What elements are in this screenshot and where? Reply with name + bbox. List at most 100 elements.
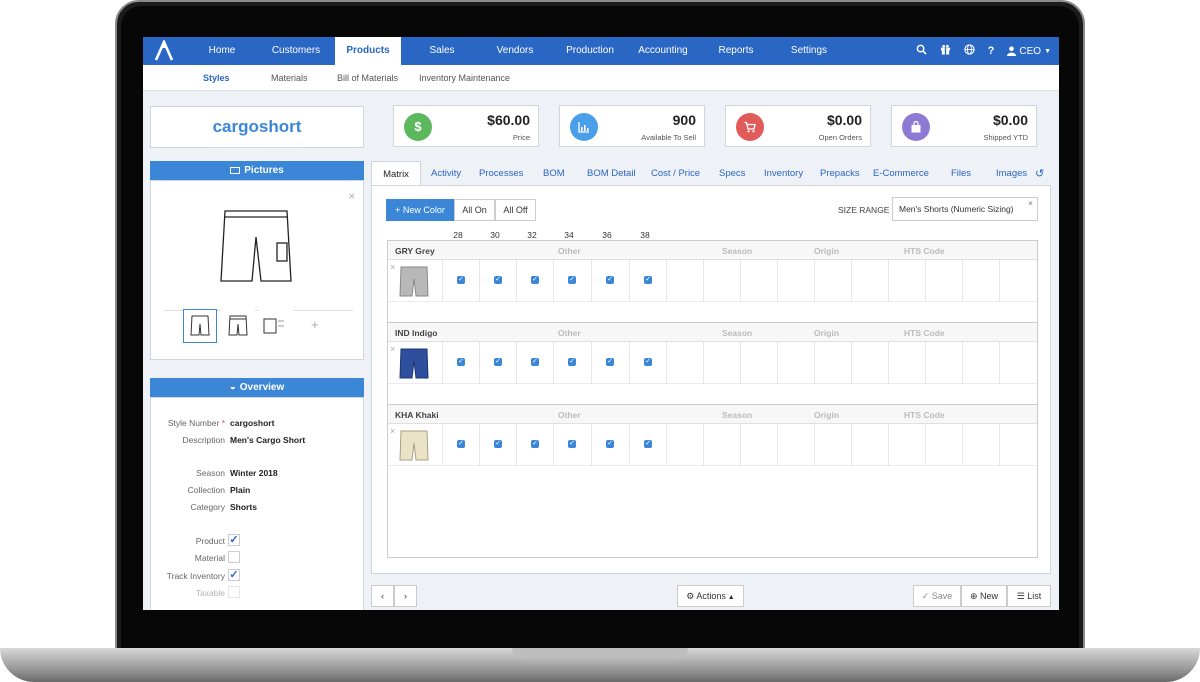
actions-button[interactable]: ⚙ Actions ▲	[677, 585, 744, 607]
search-icon[interactable]	[916, 44, 927, 58]
add-picture-icon[interactable]: +	[311, 317, 319, 332]
season-label: Season	[722, 328, 753, 338]
tab-processes[interactable]: Processes	[479, 161, 523, 185]
plus-circle-icon: ⊕	[969, 591, 981, 601]
nav-accounting[interactable]: Accounting	[631, 37, 695, 65]
tab-files[interactable]: Files	[951, 161, 971, 185]
size-header: 30	[490, 230, 500, 240]
nav-production[interactable]: Production	[555, 37, 625, 65]
size-checkbox[interactable]: ✓	[494, 440, 502, 448]
size-checkbox[interactable]: ✓	[568, 276, 576, 284]
field-style-number: Style Number * cargoshort	[151, 418, 365, 432]
size-checkbox[interactable]: ✓	[457, 276, 465, 284]
size-checkbox[interactable]: ✓	[644, 358, 652, 366]
size-checkbox[interactable]: ✓	[606, 440, 614, 448]
all-off-button[interactable]: All Off	[495, 199, 536, 221]
user-menu[interactable]: CEO ▼	[1007, 46, 1051, 57]
thumbnail-back[interactable]	[221, 309, 255, 343]
caret-up-icon: ▲	[725, 594, 735, 601]
previous-button[interactable]: ‹	[371, 585, 394, 607]
nav-vendors[interactable]: Vendors	[485, 37, 545, 65]
new-button[interactable]: ⊕ New	[961, 585, 1007, 607]
remove-color-icon[interactable]: ×	[390, 344, 395, 354]
size-checkbox[interactable]: ✓	[494, 276, 502, 284]
color-name: IND Indigo	[395, 328, 438, 338]
size-checkbox[interactable]: ✓	[531, 440, 539, 448]
app-logo-icon[interactable]	[153, 38, 175, 62]
season-label: Season	[722, 410, 753, 420]
product-checkbox[interactable]: ✓	[228, 534, 240, 546]
size-checkbox[interactable]: ✓	[494, 358, 502, 366]
next-button[interactable]: ›	[394, 585, 417, 607]
nav-reports[interactable]: Reports	[709, 37, 763, 65]
swatch-grey	[399, 266, 429, 297]
tab-prepacks[interactable]: Prepacks	[820, 161, 860, 185]
taxable-checkbox[interactable]	[228, 586, 240, 598]
clear-icon[interactable]: ×	[1028, 192, 1033, 214]
tab-bom[interactable]: BOM	[543, 161, 565, 185]
new-color-button[interactable]: + New Color	[386, 199, 454, 221]
size-checkbox[interactable]: ✓	[457, 358, 465, 366]
field-value[interactable]: Winter 2018	[230, 468, 278, 478]
hts-code-label: HTS Code	[904, 410, 945, 420]
save-button[interactable]: ✓ Save	[913, 585, 961, 607]
size-checkbox[interactable]: ✓	[568, 440, 576, 448]
field-value[interactable]: Men's Cargo Short	[230, 435, 305, 445]
main-picture[interactable]	[163, 189, 353, 311]
color-row-header: KHA Khaki Other Season Origin HTS Code	[388, 404, 1037, 424]
field-label: Description	[182, 435, 225, 445]
tab-images[interactable]: Images	[996, 161, 1027, 185]
tab-e-commerce[interactable]: E-Commerce	[873, 161, 929, 185]
bag-icon	[902, 113, 930, 141]
field-season: Season Winter 2018	[151, 468, 365, 482]
laptop-frame: Home Customers Products Sales Vendors Pr…	[0, 0, 1200, 682]
size-checkbox[interactable]: ✓	[457, 440, 465, 448]
tab-cost-price[interactable]: Cost / Price	[651, 161, 700, 185]
field-value[interactable]: cargoshort	[230, 418, 274, 428]
shipped-ytd-card: $0.00 Shipped YTD	[891, 105, 1037, 147]
tab-bom-detail[interactable]: BOM Detail	[587, 161, 636, 185]
field-value[interactable]: Plain	[230, 485, 250, 495]
subnav-bill-of-materials[interactable]: Bill of Materials	[337, 65, 398, 91]
size-checkbox[interactable]: ✓	[568, 358, 576, 366]
gift-icon[interactable]	[940, 44, 951, 58]
globe-icon[interactable]	[963, 44, 975, 58]
subnav-materials[interactable]: Materials	[271, 65, 308, 91]
subnav-inventory-maintenance[interactable]: Inventory Maintenance	[419, 65, 510, 91]
origin-label: Origin	[814, 328, 840, 338]
flag-taxable: Taxable	[151, 586, 365, 602]
size-checkbox[interactable]: ✓	[531, 276, 539, 284]
nav-home[interactable]: Home	[195, 37, 249, 65]
nav-settings[interactable]: Settings	[781, 37, 837, 65]
size-checkbox[interactable]: ✓	[644, 440, 652, 448]
hts-code-label: HTS Code	[904, 246, 945, 256]
history-icon[interactable]: ↺	[1035, 161, 1044, 185]
field-value[interactable]: Shorts	[230, 502, 257, 512]
overview-panel-header: ◒ Overview	[150, 378, 364, 397]
size-checkbox[interactable]: ✓	[644, 276, 652, 284]
tab-specs[interactable]: Specs	[719, 161, 745, 185]
chevron-right-icon: ›	[404, 591, 407, 601]
nav-products[interactable]: Products	[335, 37, 401, 65]
nav-sales[interactable]: Sales	[415, 37, 469, 65]
size-checkbox[interactable]: ✓	[606, 276, 614, 284]
material-checkbox[interactable]	[228, 551, 240, 563]
track-inventory-checkbox[interactable]: ✓	[228, 569, 240, 581]
subnav-styles[interactable]: Styles	[203, 65, 230, 91]
size-checkbox[interactable]: ✓	[606, 358, 614, 366]
tab-activity[interactable]: Activity	[431, 161, 461, 185]
remove-color-icon[interactable]: ×	[390, 426, 395, 436]
tab-inventory[interactable]: Inventory	[764, 161, 803, 185]
pictures-panel-header: Pictures	[150, 161, 364, 180]
nav-customers[interactable]: Customers	[264, 37, 328, 65]
list-button[interactable]: ☰ List	[1007, 585, 1051, 607]
thumbnail-detail[interactable]	[259, 309, 293, 343]
all-on-button[interactable]: All On	[454, 199, 495, 221]
remove-color-icon[interactable]: ×	[390, 262, 395, 272]
shipped-ytd-label: Shipped YTD	[983, 133, 1028, 142]
tab-matrix[interactable]: Matrix	[371, 161, 421, 185]
size-checkbox[interactable]: ✓	[531, 358, 539, 366]
thumbnail-front[interactable]	[183, 309, 217, 343]
size-range-select[interactable]: Men's Shorts (Numeric Sizing) ×	[892, 197, 1038, 221]
help-icon[interactable]: ?	[988, 45, 995, 57]
